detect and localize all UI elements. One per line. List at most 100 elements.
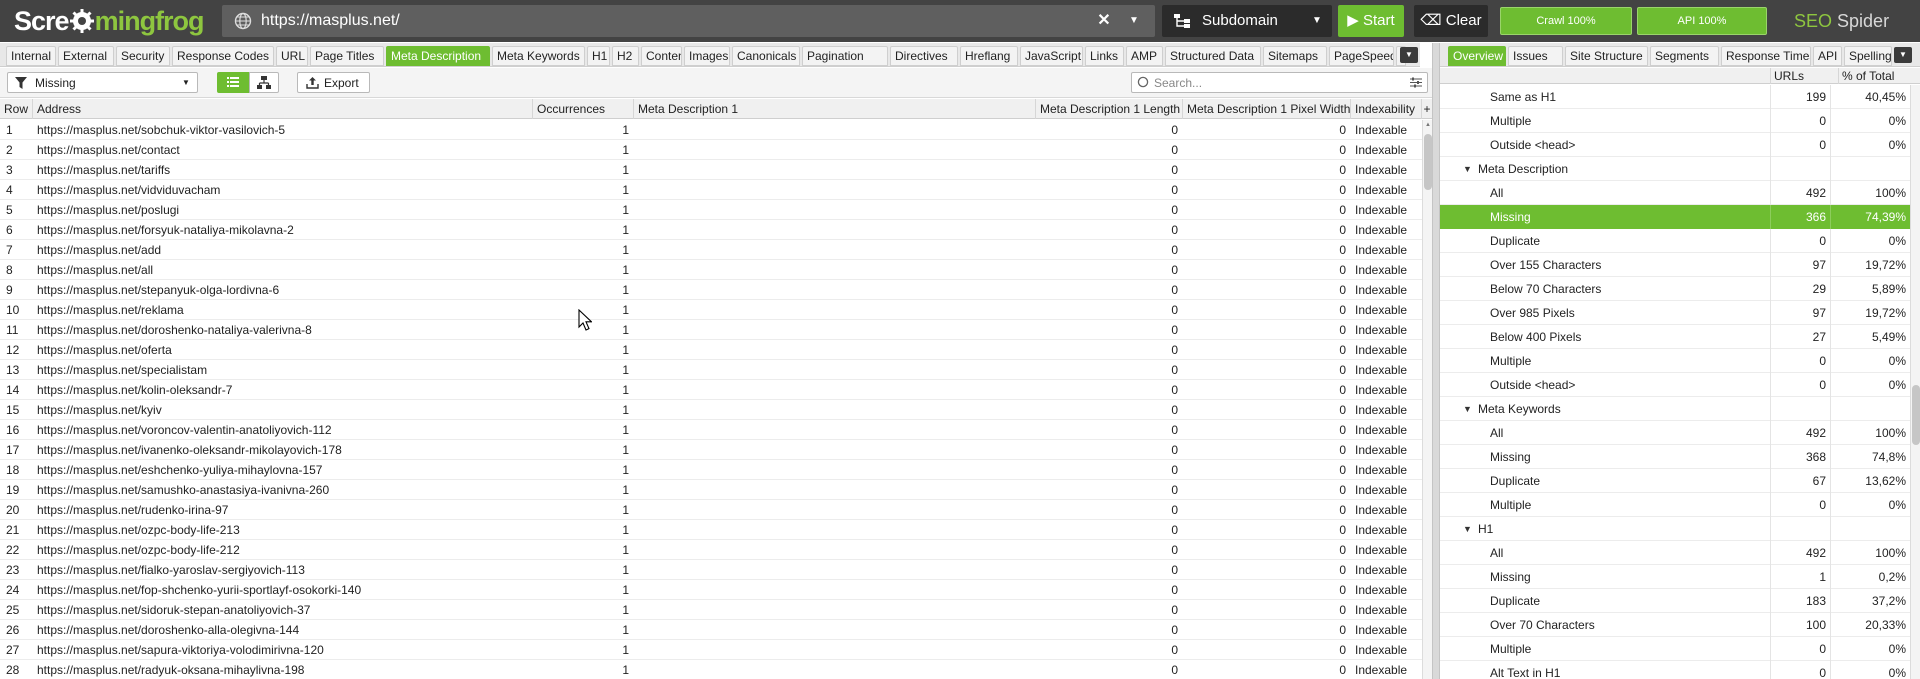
column-header-row[interactable]: Row bbox=[0, 99, 33, 119]
table-row[interactable]: 21 https://masplus.net/ozpc-body-life-213… bbox=[0, 520, 1422, 540]
overview-item[interactable]: Below 70 Characters 29 5,89% bbox=[1440, 277, 1920, 301]
table-row[interactable]: 16 https://masplus.net/voroncov-valentin-… bbox=[0, 420, 1422, 440]
more-tabs-icon[interactable]: ▼ bbox=[1894, 47, 1912, 63]
tab-url[interactable]: URL bbox=[276, 46, 308, 66]
overview-item[interactable]: Multiple 0 0% bbox=[1440, 109, 1920, 133]
tab-h2[interactable]: H2 bbox=[612, 46, 639, 66]
column-header-meta-description-1-length[interactable]: Meta Description 1 Length bbox=[1036, 99, 1183, 119]
overview-item[interactable]: Multiple 0 0% bbox=[1440, 349, 1920, 373]
overview-vertical-scrollbar[interactable] bbox=[1910, 85, 1920, 679]
scrollbar-thumb[interactable] bbox=[1912, 385, 1920, 445]
overview-item[interactable]: Over 985 Pixels 97 19,72% bbox=[1440, 301, 1920, 325]
table-row[interactable]: 20 https://masplus.net/rudenko-irina-97 1 0… bbox=[0, 500, 1422, 520]
tab-sitemaps[interactable]: Sitemaps bbox=[1263, 46, 1327, 66]
start-button[interactable]: ▶ Start bbox=[1338, 5, 1404, 37]
tab-meta-description[interactable]: Meta Description bbox=[386, 46, 490, 66]
overview-item[interactable]: All 492 100% bbox=[1440, 541, 1920, 565]
tab-javascript[interactable]: JavaScript bbox=[1020, 46, 1083, 66]
tab-h1[interactable]: H1 bbox=[587, 46, 610, 66]
sliders-icon[interactable] bbox=[1409, 76, 1423, 89]
tree-view-button[interactable] bbox=[249, 72, 279, 93]
table-row[interactable]: 25 https://masplus.net/sidoruk-stepan-ana… bbox=[0, 600, 1422, 620]
overview-section[interactable]: ▼ Meta Description bbox=[1440, 157, 1920, 181]
overview-item[interactable]: Outside <head> 0 0% bbox=[1440, 133, 1920, 157]
overview-section[interactable]: ▼ Meta Keywords bbox=[1440, 397, 1920, 421]
tab-meta-keywords[interactable]: Meta Keywords bbox=[492, 46, 585, 66]
collapse-toggle-icon[interactable]: ▼ bbox=[1463, 157, 1472, 181]
tab-site-structure[interactable]: Site Structure bbox=[1565, 46, 1648, 66]
search-input[interactable]: Search... bbox=[1131, 72, 1428, 93]
filter-select[interactable]: Missing ▼ bbox=[7, 72, 198, 93]
tab-overview[interactable]: Overview bbox=[1448, 46, 1506, 66]
overview-item[interactable]: Multiple 0 0% bbox=[1440, 637, 1920, 661]
table-row[interactable]: 18 https://masplus.net/eshchenko-yuliya-m… bbox=[0, 460, 1422, 480]
more-tabs-icon[interactable]: ▼ bbox=[1400, 47, 1418, 63]
table-row[interactable]: 4 https://masplus.net/vidviduvacham 1 0 0 Ind… bbox=[0, 180, 1422, 200]
tab-directives[interactable]: Directives bbox=[890, 46, 958, 66]
overview-header-percent[interactable]: % of Total bbox=[1838, 68, 1920, 84]
overview-item[interactable]: Multiple 0 0% bbox=[1440, 493, 1920, 517]
table-row[interactable]: 28 https://masplus.net/radyuk-oksana-miha… bbox=[0, 660, 1422, 679]
table-row[interactable]: 23 https://masplus.net/fialko-yaroslav-se… bbox=[0, 560, 1422, 580]
overview-item[interactable]: Same as H1 199 40,45% bbox=[1440, 85, 1920, 109]
table-row[interactable]: 2 https://masplus.net/contact 1 0 0 Indexable bbox=[0, 140, 1422, 160]
tab-hreflang[interactable]: Hreflang bbox=[960, 46, 1018, 66]
tab-api[interactable]: API bbox=[1813, 46, 1842, 66]
tab-content[interactable]: Content bbox=[641, 46, 682, 66]
tab-response-times[interactable]: Response Times bbox=[1721, 46, 1811, 66]
table-row[interactable]: 15 https://masplus.net/kyiv 1 0 0 Indexable bbox=[0, 400, 1422, 420]
crawl-mode-select[interactable]: Subdomain ▼ bbox=[1162, 5, 1332, 37]
table-row[interactable]: 26 https://masplus.net/doroshenko-alla-ol… bbox=[0, 620, 1422, 640]
tab-images[interactable]: Images bbox=[684, 46, 730, 66]
list-view-button[interactable] bbox=[217, 72, 249, 93]
overview-item[interactable]: Below 400 Pixels 27 5,49% bbox=[1440, 325, 1920, 349]
overview-item[interactable]: All 492 100% bbox=[1440, 421, 1920, 445]
pane-splitter[interactable] bbox=[1432, 43, 1440, 679]
tab-structured-data[interactable]: Structured Data bbox=[1165, 46, 1261, 66]
overview-header-urls[interactable]: URLs bbox=[1770, 68, 1830, 84]
table-row[interactable]: 1 https://masplus.net/sobchuk-viktor-vasi… bbox=[0, 120, 1422, 140]
scroll-up-icon[interactable]: ▲ bbox=[1424, 121, 1432, 129]
table-row[interactable]: 9 https://masplus.net/stepanyuk-olga-lord… bbox=[0, 280, 1422, 300]
overview-item[interactable]: Missing 1 0,2% bbox=[1440, 565, 1920, 589]
overview-section[interactable]: ▼ H1 bbox=[1440, 517, 1920, 541]
export-button[interactable]: Export bbox=[297, 72, 370, 93]
table-row[interactable]: 22 https://masplus.net/ozpc-body-life-212… bbox=[0, 540, 1422, 560]
tab-canonicals[interactable]: Canonicals bbox=[732, 46, 800, 66]
table-row[interactable]: 14 https://masplus.net/kolin-oleksandr-7 1… bbox=[0, 380, 1422, 400]
grid-vertical-scrollbar[interactable]: ▲ bbox=[1422, 120, 1432, 679]
table-row[interactable]: 3 https://masplus.net/tariffs 1 0 0 Indexable bbox=[0, 160, 1422, 180]
overview-item[interactable]: Over 155 Characters 97 19,72% bbox=[1440, 253, 1920, 277]
table-row[interactable]: 6 https://masplus.net/forsyuk-nataliya-mi… bbox=[0, 220, 1422, 240]
tab-pagination[interactable]: Pagination bbox=[802, 46, 888, 66]
tab-internal[interactable]: Internal bbox=[6, 46, 56, 66]
column-header-meta-description-1-pixel-width[interactable]: Meta Description 1 Pixel Width bbox=[1183, 99, 1351, 119]
column-header-address[interactable]: Address bbox=[33, 99, 533, 119]
column-header-meta-description-1[interactable]: Meta Description 1 bbox=[634, 99, 1036, 119]
overview-item[interactable]: Missing 366 74,39% bbox=[1440, 205, 1920, 229]
tab-page-titles[interactable]: Page Titles bbox=[310, 46, 384, 66]
overview-item[interactable]: Duplicate 183 37,2% bbox=[1440, 589, 1920, 613]
tab-links[interactable]: Links bbox=[1085, 46, 1124, 66]
tab-external[interactable]: External bbox=[58, 46, 114, 66]
scrollbar-thumb[interactable] bbox=[1424, 134, 1432, 190]
table-row[interactable]: 19 https://masplus.net/samushko-anastasiy… bbox=[0, 480, 1422, 500]
clear-url-icon[interactable]: ✕ bbox=[1096, 12, 1112, 30]
url-history-dropdown-icon[interactable]: ▼ bbox=[1126, 13, 1142, 29]
overview-item[interactable]: All 492 100% bbox=[1440, 181, 1920, 205]
overview-item[interactable]: Duplicate 67 13,62% bbox=[1440, 469, 1920, 493]
table-row[interactable]: 24 https://masplus.net/fop-shchenko-yurii… bbox=[0, 580, 1422, 600]
table-row[interactable]: 17 https://masplus.net/ivanenko-oleksandr… bbox=[0, 440, 1422, 460]
tab-pagespeed[interactable]: PageSpeed bbox=[1329, 46, 1394, 66]
collapse-toggle-icon[interactable]: ▼ bbox=[1463, 397, 1472, 421]
overview-item[interactable]: Duplicate 0 0% bbox=[1440, 229, 1920, 253]
url-input[interactable]: https://masplus.net/ ✕ ▼ bbox=[222, 5, 1155, 37]
table-row[interactable]: 7 https://masplus.net/add 1 0 0 Indexable bbox=[0, 240, 1422, 260]
overview-item[interactable]: Outside <head> 0 0% bbox=[1440, 373, 1920, 397]
column-header-indexability[interactable]: Indexability bbox=[1351, 99, 1422, 119]
table-row[interactable]: 13 https://masplus.net/specialistam 1 0 0 Ind… bbox=[0, 360, 1422, 380]
collapse-toggle-icon[interactable]: ▼ bbox=[1463, 517, 1472, 541]
table-row[interactable]: 5 https://masplus.net/poslugi 1 0 0 Indexable bbox=[0, 200, 1422, 220]
overview-item[interactable]: Over 70 Characters 100 20,33% bbox=[1440, 613, 1920, 637]
add-column-icon[interactable]: + bbox=[1422, 99, 1432, 119]
